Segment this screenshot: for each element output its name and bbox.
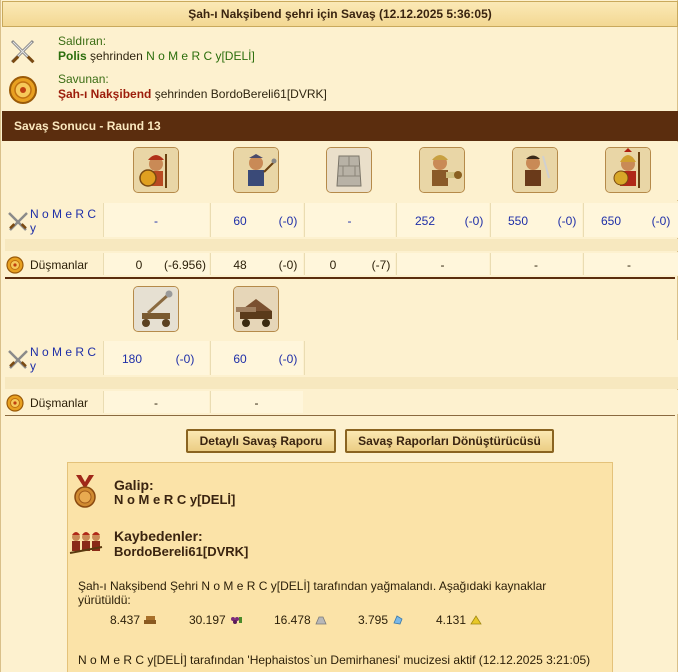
attacker-player-link[interactable]: N o M e R C y[DELİ]: [146, 49, 255, 63]
wood-icon: [143, 614, 157, 624]
unit-count: -: [254, 396, 259, 410]
attacker-label: Saldıran:: [58, 34, 107, 48]
unit-loss: (-0): [278, 258, 298, 272]
winner-name: N o M e R C y[DELİ]: [114, 492, 236, 507]
unit-loss: (-6.956): [163, 258, 207, 272]
hoplite-icon: [133, 147, 179, 193]
resource-wood: 8.437: [110, 613, 157, 627]
shield-icon: [6, 394, 24, 412]
player-name-link[interactable]: N o M e R C y: [30, 345, 102, 373]
loser-label: Kaybedenler:: [114, 528, 203, 544]
result-panel: Galip: N o M e R C y[DELİ] Kaybedenler: …: [67, 462, 613, 672]
shield-icon: [6, 256, 24, 274]
wonder-text: N o M e R C y[DELİ] tarafından 'Hephaist…: [78, 653, 591, 667]
unit-loss: (-0): [175, 352, 195, 366]
unit-count: -: [627, 258, 631, 272]
unit-count: 48: [233, 258, 247, 272]
table-divider: [5, 277, 675, 279]
section-title: Savaş Sonucu - Raund 13: [2, 111, 678, 141]
medal-icon: [72, 475, 98, 509]
marble-icon: [314, 614, 328, 625]
wall-icon: [326, 147, 372, 193]
attacker-info: Saldıran: Polis şehrinden N o M e R C y[…: [7, 34, 667, 70]
spartan-icon: [605, 147, 651, 193]
unit-count: 650: [600, 214, 622, 228]
unit-count: -: [347, 214, 352, 228]
table-divider: [5, 415, 675, 416]
unit-count: 0: [135, 258, 143, 272]
crossed-swords-icon: [6, 347, 30, 371]
crossed-swords-icon: [7, 36, 39, 68]
unit-loss: (-0): [278, 352, 298, 366]
shield-icon: [7, 74, 39, 106]
defender-city-link[interactable]: Şah-ı Nakşibend: [58, 87, 151, 101]
defeated-soldiers-icon: [68, 527, 104, 557]
resource-sulfur: 4.131: [436, 613, 483, 627]
detailed-report-button[interactable]: Detaylı Savaş Raporu: [186, 429, 336, 453]
loser-name: BordoBereli61[DVRK]: [114, 544, 249, 559]
archer-icon: [512, 147, 558, 193]
player-name-link[interactable]: N o M e R C y: [30, 207, 102, 235]
unit-count: -: [534, 258, 538, 272]
attacker-city-link[interactable]: Polis: [58, 49, 87, 63]
crossed-swords-icon: [6, 209, 30, 233]
unit-count: 550: [507, 214, 529, 228]
report-converter-button[interactable]: Savaş Raporları Dönüştürücüsü: [345, 429, 554, 453]
unit-count: 60: [233, 352, 247, 366]
unit-count: -: [154, 396, 158, 410]
winner-label: Galip:: [114, 477, 154, 493]
catapult-icon: [133, 286, 179, 332]
ram-icon: [233, 286, 279, 332]
sulfur-icon: [469, 614, 483, 625]
unit-count: -: [440, 258, 445, 272]
plunder-text: Şah-ı Nakşibend Şehri N o M e R C y[DELİ…: [78, 579, 547, 607]
battle-report: Şah-ı Nakşibend şehri için Savaş (12.12.…: [0, 0, 678, 672]
grapes-icon: [229, 614, 243, 624]
slinger-icon: [233, 147, 279, 193]
unit-count: 0: [329, 258, 337, 272]
page-title: Şah-ı Nakşibend şehri için Savaş (12.12.…: [2, 1, 678, 27]
resource-marble: 16.478: [274, 613, 328, 627]
defender-from-text: şehrinden: [154, 87, 208, 101]
defender-info: Savunan: Şah-ı Nakşibend şehrinden Bordo…: [7, 72, 667, 108]
resource-crystal: 3.795: [358, 613, 405, 627]
defender-player-link[interactable]: BordoBereli61[DVRK]: [211, 87, 327, 101]
unit-count: 180: [121, 352, 143, 366]
resource-grapes: 30.197: [189, 613, 243, 627]
enemy-label: Düşmanlar: [30, 258, 89, 272]
attacker-from-text: şehrinden: [90, 49, 143, 63]
unit-count: -: [154, 214, 158, 228]
defender-label: Savunan:: [58, 72, 109, 86]
unit-count: 252: [414, 214, 436, 228]
unit-loss: (-0): [651, 214, 671, 228]
crystal-icon: [391, 614, 405, 625]
enemy-label: Düşmanlar: [30, 396, 89, 410]
swordsman-icon: [419, 147, 465, 193]
unit-count: 60: [233, 214, 247, 228]
